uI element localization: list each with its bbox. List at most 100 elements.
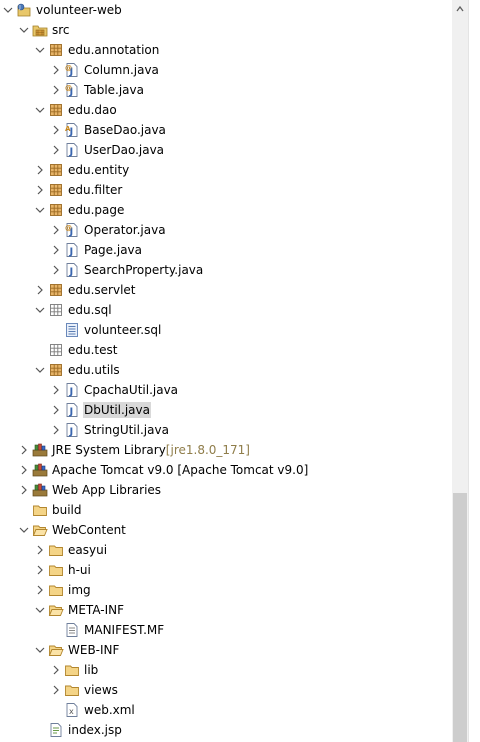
chevron-down-icon[interactable] xyxy=(2,4,14,16)
chevron-down-icon[interactable] xyxy=(34,304,46,316)
scroll-up-arrow-icon[interactable] xyxy=(452,0,468,18)
chevron-right-icon[interactable] xyxy=(50,264,62,276)
tree-item-label: volunteer.sql xyxy=(84,323,162,337)
chevron-right-icon[interactable] xyxy=(18,444,30,456)
package-icon xyxy=(50,204,62,216)
chevron-down-icon[interactable] xyxy=(34,104,46,116)
chevron-down-icon[interactable] xyxy=(18,24,30,36)
tree-item[interactable]: src xyxy=(0,20,452,40)
chevron-right-icon[interactable] xyxy=(34,284,46,296)
tree-item[interactable]: img xyxy=(0,580,452,600)
chevron-right-icon[interactable] xyxy=(50,84,62,96)
tree-item-label: Column.java xyxy=(84,63,159,77)
tree-item[interactable]: J @ Operator.java xyxy=(0,220,452,240)
chevron-right-icon[interactable] xyxy=(50,64,62,76)
chevron-down-icon[interactable] xyxy=(18,524,30,536)
tree-item[interactable]: edu.sql xyxy=(0,300,452,320)
tree-item[interactable]: Jvolunteer-web xyxy=(0,0,452,20)
tree-item[interactable]: views xyxy=(0,680,452,700)
tree-item[interactable]: J @ Column.java xyxy=(0,60,452,80)
tree-item[interactable]: lib xyxy=(0,660,452,680)
tree-item[interactable]: edu.dao xyxy=(0,100,452,120)
chevron-right-icon[interactable] xyxy=(50,124,62,136)
package-icon xyxy=(50,184,62,196)
tree-item-label: UserDao.java xyxy=(84,143,165,157)
tree-item-label: edu.page xyxy=(68,203,125,217)
chevron-right-icon[interactable] xyxy=(34,584,46,596)
chevron-right-icon[interactable] xyxy=(50,424,62,436)
chevron-right-icon[interactable] xyxy=(50,684,62,696)
tree-item[interactable]: J DbUtil.java xyxy=(0,400,452,420)
chevron-right-icon[interactable] xyxy=(50,144,62,156)
chevron-right-icon[interactable] xyxy=(18,464,30,476)
chevron-right-icon[interactable] xyxy=(50,664,62,676)
tree-item[interactable]: J Page.java xyxy=(0,240,452,260)
chevron-right-icon[interactable] xyxy=(34,164,46,176)
tree-item[interactable]: J StringUtil.java xyxy=(0,420,452,440)
java-file-icon: J xyxy=(66,383,78,398)
tree-item[interactable]: JRE System Library[jre1.8.0_171] xyxy=(0,440,452,460)
tree-item[interactable]: index.jsp xyxy=(0,720,452,740)
tree-item[interactable]: edu.servlet xyxy=(0,280,452,300)
tree-item[interactable]: edu.filter xyxy=(0,180,452,200)
chevron-right-icon[interactable] xyxy=(18,484,30,496)
tree-item-label: edu.utils xyxy=(68,363,120,377)
tree-item-label: edu.dao xyxy=(68,103,117,117)
tree-item[interactable]: J A BaseDao.java xyxy=(0,120,452,140)
tree-item-label: MANIFEST.MF xyxy=(84,623,165,637)
tree-item-label: edu.servlet xyxy=(68,283,136,297)
tree-item-label: index.jsp xyxy=(68,723,122,737)
library-icon xyxy=(32,463,48,477)
chevron-right-icon[interactable] xyxy=(50,384,62,396)
tree-item-label: src xyxy=(52,23,70,37)
tree-item[interactable]: Apache Tomcat v9.0 [Apache Tomcat v9.0] xyxy=(0,460,452,480)
chevron-down-icon[interactable] xyxy=(34,204,46,216)
chevron-right-icon[interactable] xyxy=(50,404,62,416)
package-icon xyxy=(50,164,62,176)
tree-item[interactable]: Web App Libraries xyxy=(0,480,452,500)
tree-item[interactable]: edu.utils xyxy=(0,360,452,380)
chevron-down-icon[interactable] xyxy=(34,44,46,56)
vertical-scrollbar[interactable] xyxy=(452,0,468,742)
tree-item[interactable]: edu.test xyxy=(0,340,452,360)
tree-item-label: volunteer-web xyxy=(36,3,122,17)
folder-icon xyxy=(49,565,63,576)
tree-item[interactable]: J UserDao.java xyxy=(0,140,452,160)
tree-item[interactable]: h-ui xyxy=(0,560,452,580)
chevron-right-icon[interactable] xyxy=(50,224,62,236)
tree-item[interactable]: J SearchProperty.java xyxy=(0,260,452,280)
chevron-down-icon[interactable] xyxy=(34,644,46,656)
chevron-right-icon[interactable] xyxy=(34,184,46,196)
folder-icon xyxy=(49,545,63,556)
tree-item[interactable]: edu.entity xyxy=(0,160,452,180)
tree-item[interactable]: WEB-INF xyxy=(0,640,452,660)
tree-item[interactable]: build xyxy=(0,500,452,520)
tree-item[interactable]: J @ Table.java xyxy=(0,80,452,100)
chevron-right-icon[interactable] xyxy=(34,564,46,576)
scrollbar-thumb[interactable] xyxy=(453,493,467,742)
xml-file-icon: x xyxy=(66,703,78,717)
tree-item[interactable]: edu.page xyxy=(0,200,452,220)
tree-item[interactable]: MANIFEST.MF xyxy=(0,620,452,640)
svg-text:J: J xyxy=(69,387,74,398)
tree-item[interactable]: edu.annotation xyxy=(0,40,452,60)
tree-item-label: h-ui xyxy=(68,563,91,577)
java-file-icon: J xyxy=(66,403,78,418)
package-icon xyxy=(50,104,62,116)
tree-item[interactable]: volunteer.sql xyxy=(0,320,452,340)
tree-item[interactable]: x web.xml xyxy=(0,700,452,720)
tree-item-label: views xyxy=(84,683,118,697)
tree-item-label: META-INF xyxy=(68,603,125,617)
tree-item[interactable]: easyui xyxy=(0,540,452,560)
jsp-file-icon xyxy=(50,723,62,737)
chevron-down-icon[interactable] xyxy=(34,364,46,376)
tree-item-label: StringUtil.java xyxy=(84,423,169,437)
tree-item[interactable]: META-INF xyxy=(0,600,452,620)
tree-item-label: DbUtil.java xyxy=(83,402,151,418)
chevron-right-icon[interactable] xyxy=(34,544,46,556)
chevron-down-icon[interactable] xyxy=(34,604,46,616)
chevron-right-icon[interactable] xyxy=(50,244,62,256)
tree-item[interactable]: WebContent xyxy=(0,520,452,540)
tree-item[interactable]: J CpachaUtil.java xyxy=(0,380,452,400)
sql-file-icon xyxy=(66,323,78,337)
